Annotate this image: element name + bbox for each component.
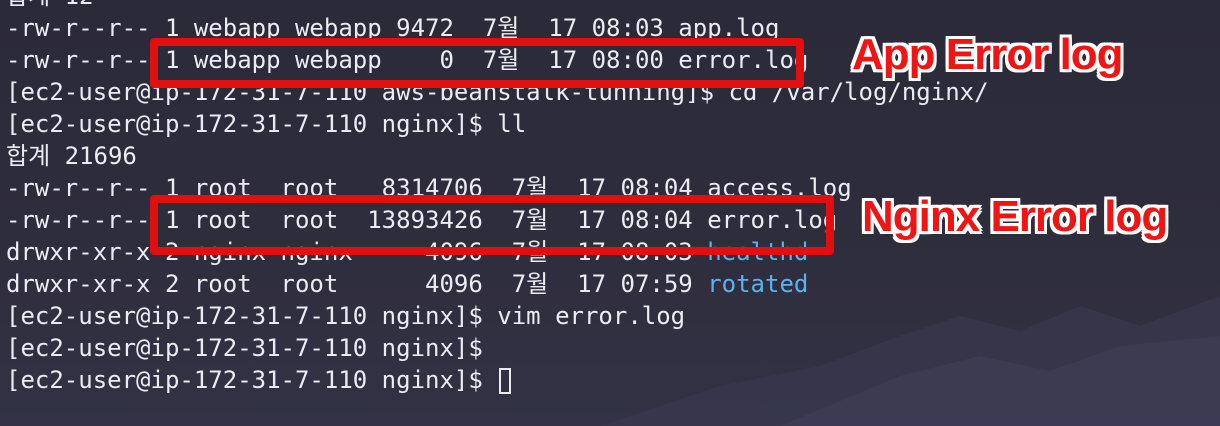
- app-error-log-highlight: [150, 38, 804, 88]
- terminal-line: [ec2-user@ip-172-31-7-110 nginx]$ vim er…: [6, 300, 989, 332]
- terminal-line: [ec2-user@ip-172-31-7-110 nginx]$ ll: [6, 108, 989, 140]
- terminal-line: drwxr-xr-x 2 root root 4096 7월 17 07:59 …: [6, 268, 989, 300]
- text-cursor[interactable]: [499, 368, 512, 394]
- terminal-prompt-line[interactable]: [ec2-user@ip-172-31-7-110 nginx]$: [6, 364, 989, 396]
- line-text: 합계 12: [6, 0, 94, 10]
- line-text: [ec2-user@ip-172-31-7-110 nginx]$ vim er…: [6, 302, 686, 330]
- terminal-line: 합계 21696: [6, 140, 989, 172]
- directory-name: rotated: [707, 270, 809, 298]
- terminal-line: [ec2-user@ip-172-31-7-110 nginx]$: [6, 332, 989, 364]
- line-text: 합계 21696: [6, 142, 137, 170]
- app-error-log-label: App Error log: [852, 30, 1124, 79]
- line-text: drwxr-xr-x 2 root root 4096 7월 17 07:59: [6, 270, 708, 298]
- nginx-error-log-label: Nginx Error log: [862, 192, 1168, 241]
- line-text: [ec2-user@ip-172-31-7-110 nginx]$ ll: [6, 110, 527, 138]
- line-text: [ec2-user@ip-172-31-7-110 nginx]$: [6, 334, 483, 362]
- terminal-window[interactable]: 합계 12 -rw-r--r-- 1 webapp webapp 9472 7월…: [0, 0, 1220, 426]
- prompt-text: [ec2-user@ip-172-31-7-110 nginx]$: [6, 366, 498, 394]
- nginx-error-log-highlight: [150, 195, 834, 255]
- terminal-line: 합계 12: [6, 0, 989, 12]
